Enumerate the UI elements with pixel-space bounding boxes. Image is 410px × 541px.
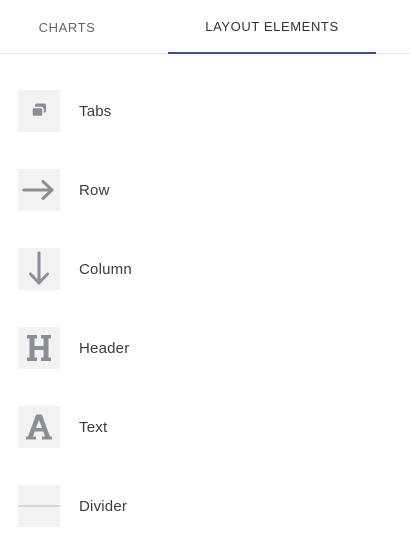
divider-line-icon (18, 485, 60, 527)
layout-item-label: Column (79, 260, 132, 278)
tab-charts[interactable]: CHARTS (0, 0, 134, 54)
tabs-icon (18, 90, 60, 132)
layout-item-header[interactable]: Header (0, 327, 410, 371)
layout-item-label: Divider (79, 497, 128, 515)
tab-layout-elements[interactable]: LAYOUT ELEMENTS (168, 0, 376, 54)
layout-item-row[interactable]: Row (0, 169, 410, 213)
layout-item-label: Text (79, 418, 108, 436)
layout-item-label: Row (79, 181, 110, 199)
layout-item-column[interactable]: Column (0, 248, 410, 292)
layout-item-tabs[interactable]: Tabs (0, 90, 410, 134)
layout-item-text[interactable]: Text (0, 406, 410, 450)
layout-item-divider[interactable]: Divider (0, 485, 410, 529)
header-h-icon (18, 327, 60, 369)
tab-bar: CHARTS LAYOUT ELEMENTS (0, 0, 410, 54)
arrow-right-icon (18, 169, 60, 211)
layout-elements-panel: CHARTS LAYOUT ELEMENTS Tabs Row Column H… (0, 0, 410, 541)
layout-item-label: Header (79, 339, 130, 357)
text-a-icon (18, 406, 60, 448)
arrow-down-icon (18, 248, 60, 290)
layout-item-label: Tabs (79, 102, 112, 120)
